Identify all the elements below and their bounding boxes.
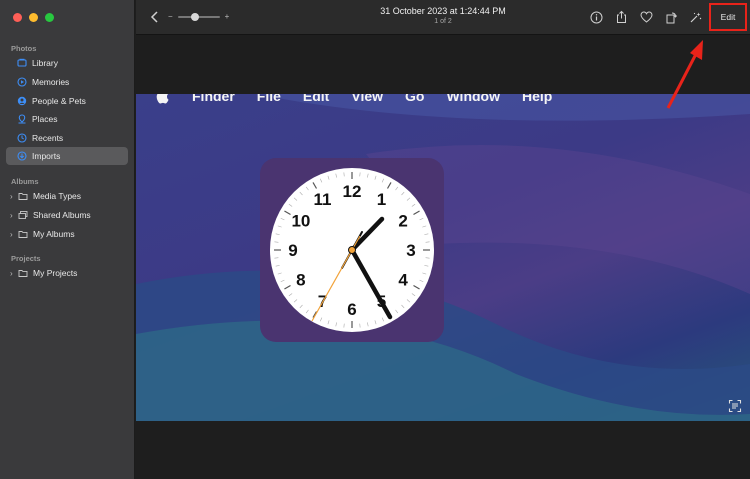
info-icon — [590, 11, 602, 23]
chevron-right-icon[interactable]: › — [10, 192, 13, 201]
sidebar: Photos Library Memories People & Pets Pl… — [0, 0, 135, 479]
auto-enhance-button[interactable] — [688, 10, 702, 24]
clock-number: 1 — [377, 190, 386, 209]
zoom-in-icon[interactable]: + — [225, 12, 230, 21]
sidebar-item-people-pets[interactable]: People & Pets — [6, 92, 128, 110]
minimize-window-button[interactable] — [29, 13, 38, 22]
sidebar-item-label: Library — [32, 58, 58, 68]
chevron-right-icon[interactable]: › — [10, 230, 13, 239]
sidebar-item-label: Media Types — [33, 191, 82, 201]
sidebar-item-label: My Projects — [33, 268, 78, 278]
clock-number: 11 — [314, 190, 332, 209]
recents-icon — [17, 133, 27, 143]
heart-icon — [639, 11, 653, 23]
sidebar-item-memories[interactable]: Memories — [6, 73, 128, 91]
close-window-button[interactable] — [13, 13, 22, 22]
window-controls — [13, 13, 54, 22]
menu-help: Help — [522, 94, 553, 104]
clock-number: 8 — [296, 271, 305, 290]
sidebar-item-label: Recents — [32, 133, 64, 143]
clock-number: 10 — [291, 212, 310, 231]
sidebar-item-recents[interactable]: Recents — [6, 129, 128, 147]
chevron-right-icon[interactable]: › — [10, 269, 13, 278]
memories-icon — [17, 77, 27, 87]
clock-face: 121234567891011 — [270, 168, 434, 332]
menu-window: Window — [446, 94, 500, 104]
rotate-icon — [666, 12, 677, 23]
sidebar-item-imports[interactable]: Imports — [6, 147, 128, 165]
sidebar-item-label: People & Pets — [32, 96, 86, 106]
section-label-photos: Photos — [11, 44, 37, 53]
zoom-out-icon[interactable]: − — [168, 12, 173, 21]
rotate-button[interactable] — [664, 10, 678, 24]
library-icon — [17, 58, 27, 68]
share-icon — [616, 10, 626, 23]
sidebar-item-shared-albums[interactable]: › Shared Albums — [6, 206, 128, 224]
back-button[interactable] — [148, 9, 162, 25]
imports-icon — [17, 151, 27, 161]
sidebar-item-label: Imports — [32, 151, 61, 161]
sidebar-item-label: Shared Albums — [33, 210, 91, 220]
info-button[interactable] — [589, 10, 603, 24]
menu-finder: Finder — [192, 94, 235, 104]
apple-logo-icon — [156, 94, 170, 107]
sidebar-item-label: My Albums — [33, 229, 75, 239]
zoom-slider[interactable]: − + — [168, 12, 229, 21]
menu-edit: Edit — [302, 94, 330, 104]
menu-go: Go — [405, 94, 425, 104]
chevron-right-icon[interactable]: › — [10, 211, 13, 220]
sidebar-item-media-types[interactable]: › Media Types — [6, 187, 128, 205]
sidebar-item-label: Memories — [32, 77, 70, 87]
toolbar: − + 31 October 2023 at 1:24:44 PM 1 of 2… — [136, 0, 750, 35]
folder-icon — [18, 191, 28, 201]
sidebar-item-library[interactable]: Library — [6, 54, 128, 72]
menu-file: File — [256, 94, 281, 104]
clock-number: 3 — [406, 241, 415, 260]
clock-number: 6 — [347, 300, 356, 319]
menubar-screenshot: Finder File Edit View Go Window Help — [156, 94, 574, 107]
sidebar-item-my-albums[interactable]: › My Albums — [6, 225, 128, 243]
clock-number: 2 — [398, 212, 407, 231]
sidebar-item-places[interactable]: Places — [6, 110, 128, 128]
zoom-slider-track[interactable] — [177, 12, 220, 21]
clock-widget: 121234567891011 — [260, 158, 444, 342]
live-text-icon[interactable] — [728, 399, 742, 413]
photo-image[interactable]: Finder File Edit View Go Window Help 12 1… — [136, 94, 750, 421]
zoom-window-button[interactable] — [45, 13, 54, 22]
magic-wand-icon — [690, 12, 701, 22]
section-label-projects: Projects — [11, 254, 41, 263]
shared-albums-icon — [18, 210, 28, 220]
folder-icon — [18, 229, 28, 239]
people-icon — [17, 96, 27, 106]
sidebar-item-label: Places — [32, 114, 58, 124]
share-button[interactable] — [614, 10, 628, 24]
clock-number: 4 — [398, 271, 408, 290]
clock-number: 12 — [343, 182, 362, 201]
menu-view: View — [351, 94, 384, 104]
photo-viewer: Finder File Edit View Go Window Help 12 1… — [136, 36, 750, 479]
section-label-albums: Albums — [11, 177, 39, 186]
zoom-slider-knob[interactable] — [190, 12, 199, 21]
clock-number: 9 — [288, 241, 297, 260]
sidebar-item-my-projects[interactable]: › My Projects — [6, 264, 128, 282]
places-icon — [17, 114, 27, 124]
favorite-button[interactable] — [639, 10, 653, 24]
folder-icon — [18, 268, 28, 278]
edit-button[interactable]: Edit — [709, 3, 747, 31]
